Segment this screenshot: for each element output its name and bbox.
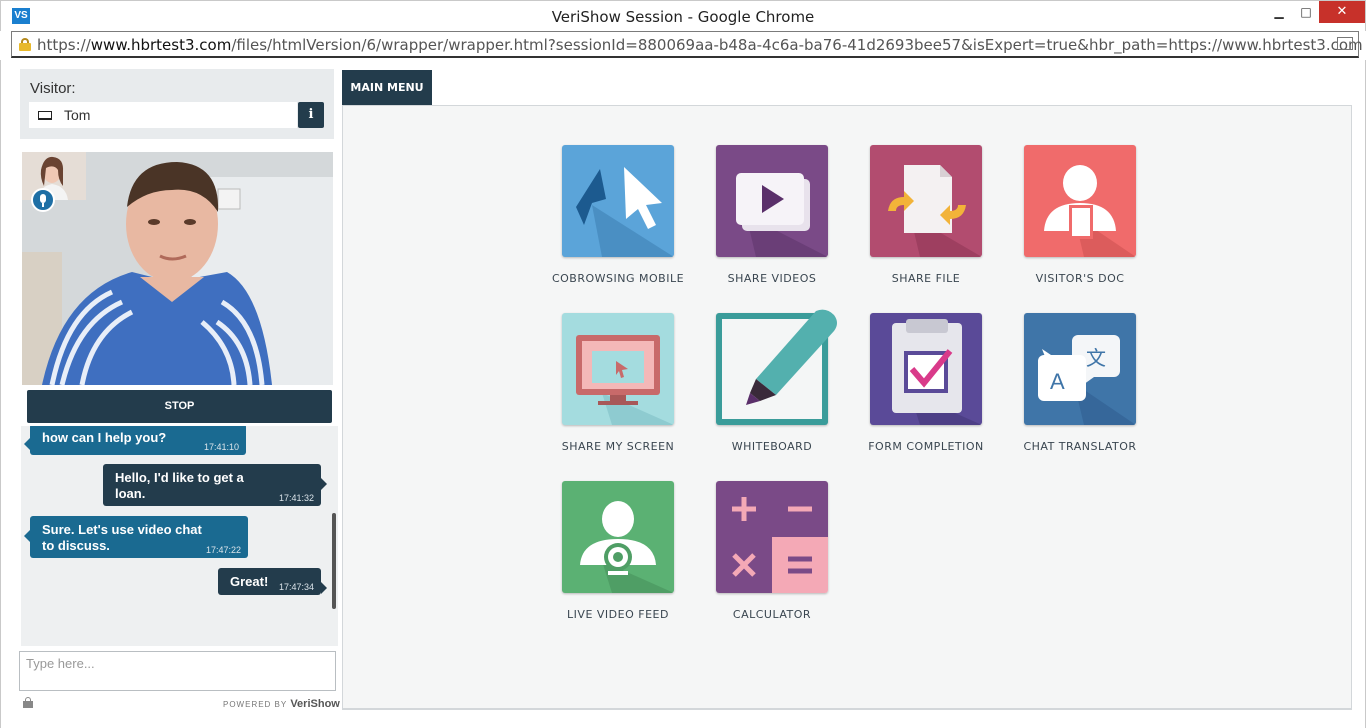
monitor-icon — [576, 335, 674, 425]
self-view-person — [22, 152, 86, 200]
tile-label-share-videos[interactable]: SHARE VIDEOS — [692, 272, 852, 285]
chat-message: Hello, I'd like to get a loan. 17:41:32 — [103, 464, 327, 506]
chat-message-time: 17:47:34 — [278, 582, 314, 592]
cobrowsing-mobile-tile[interactable] — [562, 145, 674, 257]
video-play-icon — [736, 173, 828, 257]
visitors-doc-tile[interactable] — [1024, 145, 1136, 257]
chat-message-text: Sure. Let's use video chat to discuss. — [42, 522, 202, 553]
visitor-label: Visitor: — [30, 80, 76, 97]
chat-translator-tile[interactable]: A 文 — [1024, 313, 1136, 425]
chat-message-text: Great! — [230, 574, 269, 589]
close-button[interactable]: ✕ — [1319, 1, 1365, 23]
chat-message-time: 17:41:10 — [203, 442, 239, 452]
page-action-icon[interactable] — [1337, 37, 1353, 50]
chat-input[interactable]: Type here... — [19, 651, 336, 691]
tile-label-form-completion[interactable]: FORM COMPLETION — [846, 440, 1006, 453]
webcam-person-icon — [580, 501, 674, 593]
tile-label-cobrowsing[interactable]: COBROWSING MOBILE — [538, 272, 698, 285]
stop-button[interactable]: STOP — [27, 390, 332, 423]
visitor-row: Tom — [29, 102, 297, 128]
cursor-arrows-icon — [576, 167, 674, 257]
url-text[interactable]: https://www.hbrtest3.com/files/htmlVersi… — [37, 36, 1363, 54]
marker-icon — [722, 309, 837, 419]
remote-video — [22, 152, 333, 385]
tile-label-visitors-doc[interactable]: VISITOR'S DOC — [1000, 272, 1160, 285]
calculator-tile[interactable] — [716, 481, 828, 593]
maximize-button[interactable]: □ — [1291, 1, 1321, 23]
window-title: VeriShow Session - Google Chrome — [551, 8, 815, 26]
chat-message: Great! 17:47:34 — [218, 568, 327, 595]
visitor-info-button[interactable]: i — [298, 102, 324, 128]
chat-message-time: 17:41:32 — [278, 493, 314, 503]
microphone-icon[interactable] — [31, 188, 55, 212]
visitor-name: Tom — [64, 107, 91, 123]
checkbox-form-icon — [892, 319, 982, 425]
chat-scrollbar[interactable] — [332, 513, 336, 609]
tab-main-menu[interactable]: MAIN MENU — [342, 70, 432, 105]
calculator-icon — [716, 481, 828, 593]
chat-messages: how can I help you? 17:41:10 Hello, I'd … — [21, 426, 338, 646]
svg-text:文: 文 — [1086, 346, 1106, 370]
chat-message-text: Hello, I'd like to get a loan. — [115, 470, 244, 501]
share-videos-tile[interactable] — [716, 145, 828, 257]
tile-label-whiteboard[interactable]: WHITEBOARD — [692, 440, 852, 453]
svg-text:A: A — [1050, 369, 1065, 394]
visitor-doc-icon — [1044, 165, 1136, 257]
translate-icon: A 文 — [1038, 335, 1136, 425]
whiteboard-tile[interactable] — [716, 309, 837, 425]
chat-message-text: how can I help you? — [42, 430, 167, 445]
tile-label-share-file[interactable]: SHARE FILE — [846, 272, 1006, 285]
window-titlebar: VS VeriShow Session - Google Chrome ▁ □ … — [0, 0, 1366, 31]
tile-label-share-my-screen[interactable]: SHARE MY SCREEN — [538, 440, 698, 453]
tile-label-chat-translator[interactable]: CHAT TRANSLATOR — [1000, 440, 1160, 453]
tile-label-live-video-feed[interactable]: LIVE VIDEO FEED — [538, 608, 698, 621]
form-completion-tile[interactable] — [870, 313, 982, 425]
live-video-feed-tile[interactable] — [562, 481, 674, 593]
lock-icon — [23, 697, 33, 708]
chat-message-time: 17:47:22 — [205, 545, 241, 555]
address-bar[interactable]: https://www.hbrtest3.com/files/htmlVersi… — [11, 31, 1363, 58]
visitor-card: Visitor: Tom i — [20, 69, 334, 139]
share-file-tile[interactable] — [870, 145, 982, 257]
chat-message: how can I help you? 17:41:10 — [24, 426, 246, 455]
tile-label-calculator[interactable]: CALCULATOR — [692, 608, 852, 621]
chat-message: Sure. Let's use video chat to discuss. 1… — [24, 516, 248, 558]
lock-warning-icon[interactable] — [19, 38, 31, 51]
powered-by[interactable]: POWERED BY VeriShow — [223, 698, 340, 710]
file-share-icon — [888, 165, 982, 257]
page-content: Visitor: Tom i STOP how can I help you? … — [0, 60, 1366, 728]
minimize-button[interactable]: ▁ — [1264, 1, 1294, 23]
self-view-video — [22, 152, 86, 200]
laptop-icon — [38, 111, 52, 120]
share-my-screen-tile[interactable] — [562, 313, 674, 425]
panel-divider — [342, 709, 1352, 710]
